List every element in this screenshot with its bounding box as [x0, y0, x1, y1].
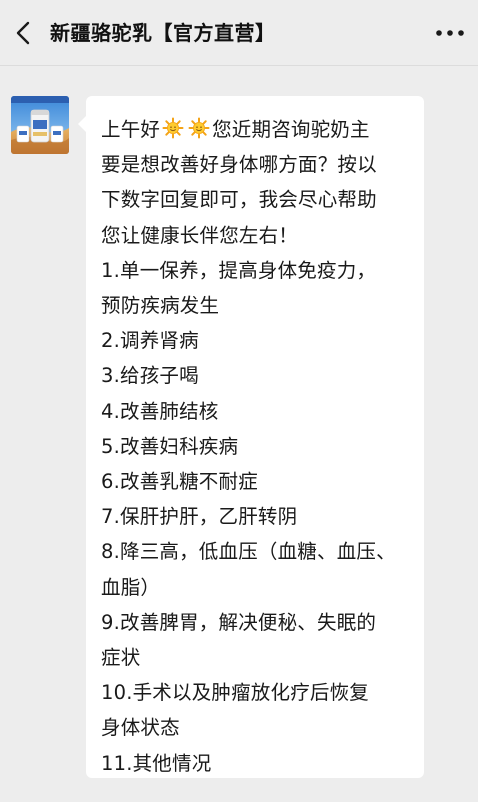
option-line: 血脂） [101, 575, 161, 599]
more-dots-icon [430, 30, 470, 52]
sun-emoji-icon [162, 117, 184, 139]
option-line: 5.改善妇科疾病 [101, 434, 239, 458]
message-bubble[interactable]: 上午好 您近期咨询驼奶主 要是想改善好身体哪方面？按以 下数字回复即可，我会尽心… [78, 96, 424, 778]
option-line: 8.降三高，低血压（血糖、血压、 [101, 540, 396, 564]
product-avatar-image [11, 96, 69, 154]
message-line: 您让健康长伴您左右！ [101, 223, 299, 247]
option-line: 9.改善脾胃，解决便秘、失眠的 [101, 610, 377, 634]
message-line: 下数字回复即可，我会尽心帮助 [101, 188, 377, 212]
option-line: 预防疾病发生 [101, 294, 220, 318]
chat-header: 新疆骆驼乳【官方直营】 [0, 0, 478, 66]
sun-emoji-icon [188, 117, 210, 139]
greeting-line: 上午好 您近期咨询驼奶主 [101, 112, 411, 147]
option-line: 症状 [101, 646, 141, 670]
option-line: 6.改善乳糖不耐症 [101, 470, 258, 494]
greeting-prefix: 上午好 [101, 118, 161, 141]
option-line: 11.其他情况 [101, 751, 212, 775]
chat-title: 新疆骆驼乳【官方直营】 [50, 21, 276, 45]
message-line: 要是想改善好身体哪方面？按以 [101, 153, 377, 177]
chevron-left-icon [8, 13, 42, 53]
option-line: 7.保肝护肝，乙肝转阴 [101, 505, 298, 529]
option-line: 4.改善肺结核 [101, 399, 219, 423]
greeting-suffix: 您近期咨询驼奶主 [212, 118, 370, 141]
option-line: 1.单一保养，提高身体免疫力， [101, 258, 377, 282]
sender-avatar[interactable] [11, 96, 69, 154]
option-line: 10.手术以及肿瘤放化疗后恢复 [101, 681, 370, 705]
option-line: 2.调养肾病 [101, 329, 199, 353]
more-button[interactable] [430, 18, 470, 48]
option-line: 3.给孩子喝 [101, 364, 199, 388]
option-line: 身体状态 [101, 716, 180, 740]
back-button[interactable] [8, 13, 42, 53]
